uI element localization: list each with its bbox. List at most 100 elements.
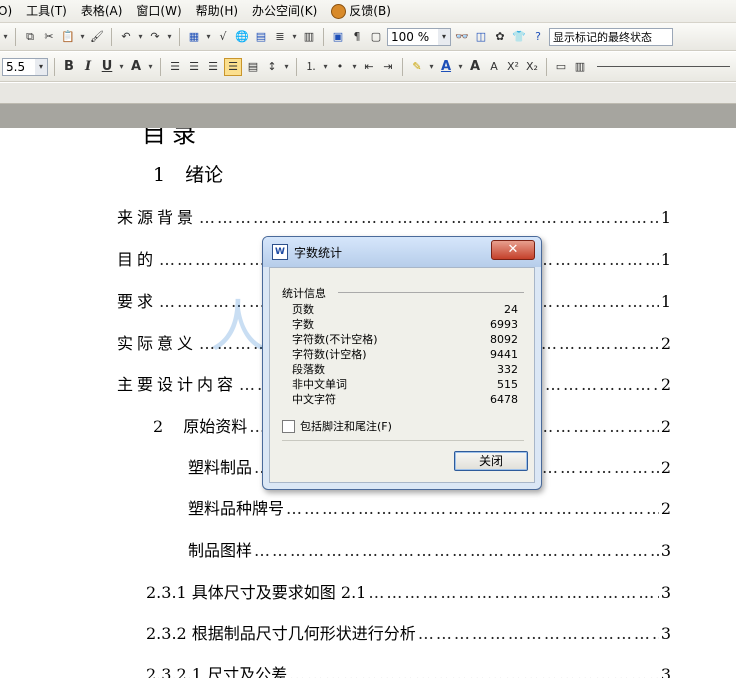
table-dropdown-icon[interactable]: ▾: [205, 29, 212, 45]
page-view-icon[interactable]: ▢: [368, 29, 384, 45]
markup-view-value: 显示标记的最终状态: [553, 30, 652, 44]
close-button[interactable]: ✕: [491, 240, 535, 260]
menu-tools[interactable]: 工具(T): [19, 0, 74, 22]
toc-page: 1: [660, 208, 671, 227]
insert-table-icon[interactable]: ▦: [186, 29, 202, 45]
redo-icon[interactable]: ↷: [147, 29, 163, 45]
superscript-icon[interactable]: X²: [505, 59, 521, 75]
font-size-select[interactable]: 5.5 ▾: [2, 57, 48, 76]
menu-format[interactable]: O): [0, 0, 19, 22]
bullets-icon[interactable]: •: [332, 59, 348, 75]
chart-icon[interactable]: ▥: [301, 29, 317, 45]
decrease-indent-icon[interactable]: ⇤: [361, 59, 377, 75]
close-dialog-button[interactable]: 关闭: [454, 451, 528, 471]
paste-dropdown-icon[interactable]: ▾: [79, 29, 86, 45]
bold-icon[interactable]: B: [61, 59, 77, 75]
toc-entry[interactable]: 2.3.1 具体尺寸及要求如图 2.1 ………………………………………………………: [146, 579, 671, 602]
help-assist-icon[interactable]: ✿: [492, 29, 508, 45]
dialog-titlebar[interactable]: W 字数统计 ✕: [263, 237, 541, 267]
line-style-preview: [597, 66, 730, 67]
toc-entry[interactable]: 2.3.2.1 尺寸及公差 ………………………………………………………………………: [146, 661, 671, 678]
toc-leader: ……………………………………………………………………………………: [289, 665, 659, 678]
markup-view-select[interactable]: 显示标记的最终状态: [549, 27, 673, 46]
paste-icon[interactable]: 📋: [60, 29, 76, 45]
toc-entry-text: 塑料制品: [188, 458, 253, 477]
hyperlink-icon[interactable]: 🌐: [234, 29, 250, 45]
font-color-icon[interactable]: A: [438, 59, 454, 75]
menu-feedback[interactable]: 反馈(B): [324, 0, 398, 22]
increase-indent-icon[interactable]: ⇥: [380, 59, 396, 75]
toc-page: 2: [660, 375, 671, 394]
stat-label: 非中文单词: [292, 378, 347, 391]
bullets-dropdown-icon[interactable]: ▾: [351, 59, 358, 75]
font-size-dropdown-icon[interactable]: ▾: [35, 58, 47, 75]
shirt-icon[interactable]: 👕: [511, 29, 527, 45]
numbering-dropdown-icon[interactable]: ▾: [322, 59, 329, 75]
zoom-dropdown-icon[interactable]: ▾: [438, 28, 450, 45]
format-painter-icon[interactable]: 🖌: [89, 29, 105, 45]
stat-row-pages: 页数 24: [292, 302, 518, 317]
stat-row-non-chinese-words: 非中文单词 515: [292, 377, 518, 392]
toc-entry[interactable]: 2.3.2 根据制品尺寸几何形状进行分析 ……………………………………………………: [146, 620, 671, 643]
copy-icon[interactable]: ⧉: [22, 29, 38, 45]
include-footnotes-option[interactable]: 包括脚注和尾注(F): [282, 418, 392, 434]
text-box-icon[interactable]: ▭: [553, 59, 569, 75]
zoom-select[interactable]: 100 % ▾: [387, 27, 451, 46]
align-right-icon[interactable]: ☰: [205, 59, 221, 75]
menu-table[interactable]: 表格(A): [74, 0, 130, 22]
justify-icon[interactable]: ☰: [224, 57, 242, 76]
line-spacing-icon[interactable]: ↕: [264, 59, 280, 75]
highlight-dropdown-icon[interactable]: ▾: [428, 59, 435, 75]
stat-row-chinese-chars: 中文字符 6478: [292, 392, 518, 407]
help-icon[interactable]: ?: [530, 29, 546, 45]
columns-dropdown-icon[interactable]: ▾: [291, 29, 298, 45]
page-setup-icon[interactable]: ▥: [572, 59, 588, 75]
line-spacing-dropdown-icon[interactable]: ▾: [283, 59, 290, 75]
highlight-icon[interactable]: ✎: [409, 59, 425, 75]
underline-dropdown-icon[interactable]: ▾: [118, 59, 125, 75]
stat-value: 9441: [490, 348, 518, 361]
char-scale-icon[interactable]: A: [128, 59, 144, 75]
menu-window[interactable]: 窗口(W): [129, 0, 188, 22]
toc-entry[interactable]: 制品图样 …………………………………………………………………………………… 3: [188, 537, 671, 560]
show-marks-icon[interactable]: ¶: [349, 29, 365, 45]
distributed-icon[interactable]: ▤: [245, 59, 261, 75]
insert-grid-icon[interactable]: ▤: [253, 29, 269, 45]
columns-icon[interactable]: ≣: [272, 29, 288, 45]
binoculars-icon[interactable]: 👓: [454, 29, 470, 45]
align-center-icon[interactable]: ☰: [186, 59, 202, 75]
menu-help[interactable]: 帮助(H): [189, 0, 245, 22]
toc-page: 2: [660, 417, 671, 436]
formula-icon[interactable]: √: [215, 29, 231, 45]
chapter-2-number: 2: [153, 417, 164, 436]
undo-icon[interactable]: ↶: [118, 29, 134, 45]
toc-entry[interactable]: 来源背景 …………………………………………………………………………………… 1: [117, 204, 671, 227]
font-color-dropdown-icon[interactable]: ▾: [457, 59, 464, 75]
char-scale-dropdown-icon[interactable]: ▾: [147, 59, 154, 75]
shrink-font-icon[interactable]: A: [486, 59, 502, 75]
standard-toolbar: ▾ ⧉ ✂ 📋 ▾ 🖌 ↶ ▾ ↷ ▾ ▦ ▾ √ 🌐 ▤ ≣ ▾ ▥ ▣ ¶ …: [0, 23, 736, 51]
cut-icon[interactable]: ✂: [41, 29, 57, 45]
toolbar-overflow-icon[interactable]: ▾: [2, 29, 9, 45]
menu-office-space[interactable]: 办公空间(K): [245, 0, 324, 22]
undo-dropdown-icon[interactable]: ▾: [137, 29, 144, 45]
reading-icon[interactable]: ◫: [473, 29, 489, 45]
stat-value: 332: [497, 363, 518, 376]
stat-label: 字符数(计空格): [292, 348, 367, 361]
toc-entry-text: 来源背景: [117, 208, 198, 227]
italic-icon[interactable]: I: [80, 59, 96, 75]
toc-page: 1: [660, 250, 671, 269]
numbering-icon[interactable]: ⒈: [303, 59, 319, 75]
subscript-icon[interactable]: X₂: [524, 59, 540, 75]
toc-entry-text: 主要设计内容: [117, 375, 238, 394]
include-footnotes-checkbox[interactable]: [282, 419, 295, 433]
toc-leader: ……………………………………………………………………………………: [199, 208, 659, 227]
document-map-icon[interactable]: ▣: [330, 29, 346, 45]
stat-label: 字符数(不计空格): [292, 333, 378, 346]
underline-icon[interactable]: U: [99, 59, 115, 75]
align-left-icon[interactable]: ☰: [167, 59, 183, 75]
stat-row-chars-no-spaces: 字符数(不计空格) 8092: [292, 332, 518, 347]
toc-entry[interactable]: 塑料品种牌号 …………………………………………………………………………………… …: [188, 495, 671, 518]
grow-font-icon[interactable]: A: [467, 59, 483, 75]
redo-dropdown-icon[interactable]: ▾: [166, 29, 173, 45]
